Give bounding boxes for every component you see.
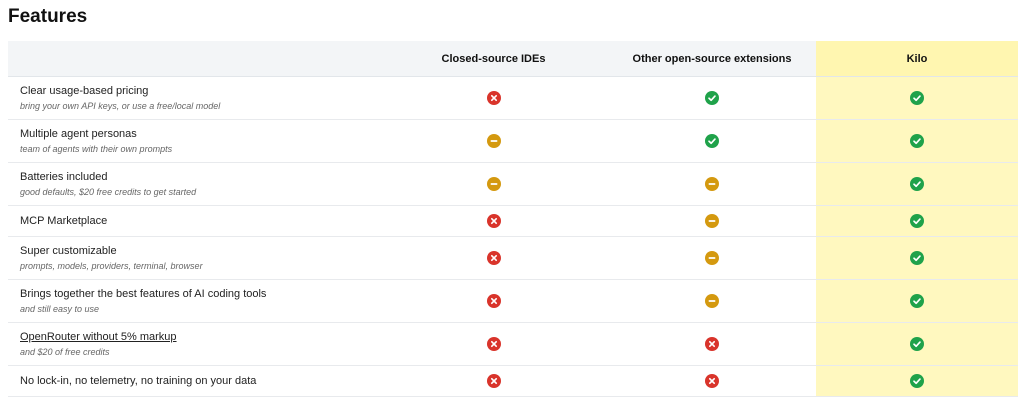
x-icon [486, 294, 501, 308]
feature-title: Batteries included [20, 171, 108, 183]
feature-title: Super customizable [20, 245, 117, 257]
check-icon [705, 91, 719, 105]
feature-cell: Brings together the best features of AI … [8, 280, 379, 322]
check-icon [910, 177, 924, 191]
kilo-status-cell [816, 323, 1018, 365]
table-row: MCP Marketplace [8, 206, 1018, 237]
other-status-cell [608, 323, 816, 365]
x-icon [486, 251, 501, 265]
table-row: Multiple agent personas team of agents wi… [8, 120, 1018, 163]
kilo-status-cell [816, 77, 1018, 119]
header-closed-source-ides: Closed-source IDEs [441, 52, 546, 65]
check-icon [910, 294, 924, 308]
check-icon [910, 374, 924, 388]
feature-subtitle: team of agents with their own prompts [20, 144, 173, 154]
feature-title-link[interactable]: OpenRouter without 5% markup [20, 330, 177, 344]
header-other-open-source-extensions: Other open-source extensions [632, 52, 792, 65]
table-header: Closed-source IDEs Other open-source ext… [8, 41, 1018, 77]
table-row: No lock-in, no telemetry, no training on… [8, 366, 1018, 397]
table-body: Clear usage-based pricing bring your own … [8, 77, 1018, 397]
check-icon [910, 251, 924, 265]
minus-icon [705, 214, 719, 228]
other-status-cell [608, 120, 816, 162]
other-status-cell [608, 206, 816, 236]
feature-subtitle: good defaults, $20 free credits to get s… [20, 187, 197, 197]
check-icon [910, 91, 924, 105]
minus-icon [705, 251, 719, 265]
table-row: Super customizable prompts, models, provi… [8, 237, 1018, 280]
feature-title: Brings together the best features of AI … [20, 288, 267, 300]
feature-subtitle: bring your own API keys, or use a free/l… [20, 101, 221, 111]
feature-cell: Super customizable prompts, models, provi… [8, 237, 379, 279]
minus-icon [705, 294, 719, 308]
closed-status-cell [379, 280, 608, 322]
feature-title: MCP Marketplace [20, 215, 108, 227]
feature-title: Multiple agent personas [20, 128, 137, 140]
other-status-cell [608, 163, 816, 205]
closed-status-cell [379, 323, 608, 365]
x-icon [705, 337, 719, 351]
page-title: Features [8, 6, 88, 27]
kilo-status-cell [816, 237, 1018, 279]
table-row: Batteries included good defaults, $20 fre… [8, 163, 1018, 206]
feature-cell: MCP Marketplace [8, 206, 379, 236]
table-row: OpenRouter without 5% markup and $20 of f… [8, 323, 1018, 366]
kilo-status-cell [816, 120, 1018, 162]
x-icon [705, 374, 719, 388]
check-icon [705, 134, 719, 148]
feature-cell: Clear usage-based pricing bring your own … [8, 77, 379, 119]
minus-icon [486, 134, 501, 148]
table-row: Clear usage-based pricing bring your own … [8, 77, 1018, 120]
check-icon [910, 337, 924, 351]
closed-status-cell [379, 120, 608, 162]
kilo-status-cell [816, 366, 1018, 396]
other-status-cell [608, 366, 816, 396]
closed-status-cell [379, 237, 608, 279]
closed-status-cell [379, 206, 608, 236]
header-feature [8, 41, 379, 76]
feature-subtitle: and still easy to use [20, 304, 100, 314]
feature-subtitle: prompts, models, providers, terminal, br… [20, 261, 203, 271]
header-kilo: Kilo [816, 41, 1018, 76]
feature-title: Clear usage-based pricing [20, 85, 149, 97]
feature-cell: OpenRouter without 5% markup and $20 of f… [8, 323, 379, 365]
check-icon [910, 134, 924, 148]
minus-icon [705, 177, 719, 191]
feature-cell: Batteries included good defaults, $20 fre… [8, 163, 379, 205]
kilo-status-cell [816, 163, 1018, 205]
x-icon [486, 91, 501, 105]
feature-subtitle: and $20 of free credits [20, 347, 110, 357]
kilo-status-cell [816, 280, 1018, 322]
x-icon [486, 374, 501, 388]
other-status-cell [608, 280, 816, 322]
other-status-cell [608, 237, 816, 279]
feature-cell: No lock-in, no telemetry, no training on… [8, 366, 379, 396]
other-status-cell [608, 77, 816, 119]
kilo-status-cell [816, 206, 1018, 236]
check-icon [910, 214, 924, 228]
closed-status-cell [379, 163, 608, 205]
features-comparison-table: Closed-source IDEs Other open-source ext… [8, 41, 1018, 397]
closed-status-cell [379, 366, 608, 396]
feature-title: No lock-in, no telemetry, no training on… [20, 375, 257, 387]
closed-status-cell [379, 77, 608, 119]
minus-icon [486, 177, 501, 191]
feature-cell: Multiple agent personas team of agents wi… [8, 120, 379, 162]
x-icon [486, 214, 501, 228]
x-icon [486, 337, 501, 351]
table-row: Brings together the best features of AI … [8, 280, 1018, 323]
